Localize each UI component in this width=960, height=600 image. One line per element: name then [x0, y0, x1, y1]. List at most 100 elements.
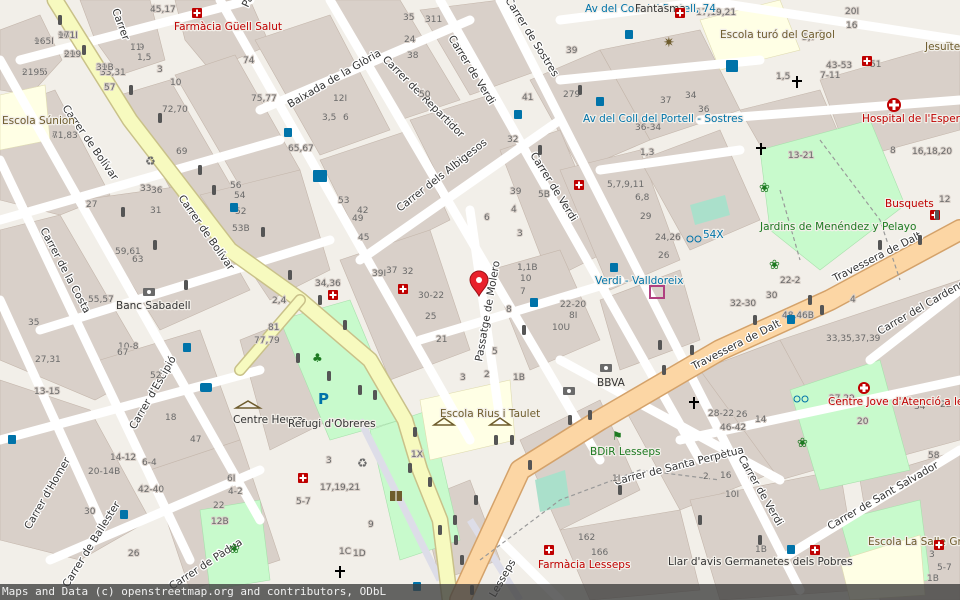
traffic-signal-icon [358, 385, 362, 395]
house-number: 4 [511, 205, 517, 215]
house-number: 1B [927, 574, 939, 584]
poi-label: Refugi d'Obreres [288, 418, 376, 430]
traffic-signal-icon [460, 555, 464, 565]
clinic-icon [858, 382, 870, 394]
house-number: 74 [243, 56, 255, 66]
traffic-signal-icon [690, 345, 694, 355]
pharmacy-icon [544, 545, 554, 555]
traffic-signal-icon [121, 207, 125, 217]
traffic-signal-icon [408, 463, 412, 473]
house-number: 5 [104, 83, 110, 93]
dog-park-icon: ❀ [797, 436, 808, 451]
house-number: 39I [372, 269, 386, 279]
traffic-signal-icon [808, 295, 812, 305]
house-number: 26 [128, 549, 140, 559]
house-number: 30-22 [418, 291, 444, 301]
house-number: 6-4 [142, 458, 157, 468]
dog-park-icon: ❀ [759, 181, 770, 196]
traffic-signal-icon [318, 295, 322, 305]
house-number: 58 [928, 451, 940, 461]
traffic-signal-icon [454, 535, 458, 545]
traffic-signal-icon [618, 485, 622, 495]
poi-label: Jardins de Menéndez y Pelayo [759, 221, 916, 233]
poi-label: BBVA [597, 377, 626, 389]
house-number: 35 [28, 318, 39, 328]
bus-stop-icon [530, 298, 538, 307]
traffic-signal-icon [538, 145, 542, 155]
house-number: 38 [407, 51, 419, 61]
bus-stop-icon [284, 128, 292, 137]
house-number: 30 [766, 291, 778, 301]
svg-text:P: P [318, 390, 329, 408]
house-number: 219 [64, 50, 81, 60]
house-number: 8 [890, 146, 896, 156]
house-number: 4 [850, 295, 856, 305]
traffic-signal-icon [935, 210, 939, 220]
traffic-signal-icon [343, 320, 347, 330]
fountain-icon: ✷ [663, 35, 675, 51]
traffic-signal-icon [878, 240, 882, 250]
house-number: 3 [929, 550, 935, 560]
house-number: 65,67 [288, 144, 314, 154]
house-number: 53 [338, 196, 349, 206]
traffic-signal-icon [474, 495, 478, 505]
house-number: 1,5 [137, 53, 151, 63]
house-number: 1I [612, 474, 620, 484]
house-number: 14 [755, 415, 767, 425]
poi-label: 54X [703, 229, 724, 241]
attribution-bar: Maps and Data (c) openstreetmap.org and … [0, 584, 960, 600]
house-number: 35 [403, 13, 414, 23]
house-number: 52 [150, 371, 161, 381]
traffic-signal-icon [288, 270, 292, 280]
house-number: 17,19,21 [320, 483, 360, 493]
svg-text:♻: ♻ [145, 154, 156, 168]
bus-stop-icon [514, 110, 522, 119]
svg-text:♻: ♻ [357, 456, 368, 470]
house-number: 47 [190, 435, 201, 445]
house-number: 6I [227, 474, 235, 484]
traffic-signal-icon [662, 365, 666, 375]
pharmacy-icon [328, 290, 338, 300]
house-number: 2 [703, 472, 709, 482]
house-number: 18 [165, 413, 177, 423]
map-canvas[interactable]: Carrer de Bolívar Carrer de Bolívar Carr… [0, 0, 960, 600]
bus-stop-icon [230, 203, 238, 212]
map-view[interactable]: Carrer de Bolívar Carrer de Bolívar Carr… [0, 0, 960, 600]
traffic-signal-icon [428, 477, 432, 487]
house-number: 20 [857, 417, 869, 427]
playground-icon: ♣ [312, 351, 323, 365]
house-number: 26 [736, 410, 748, 420]
house-number: 1B [755, 545, 767, 555]
house-number: 42-40 [138, 485, 164, 495]
traffic-signal-icon [158, 113, 162, 123]
poi-label: Escola turó del Cargol [720, 29, 835, 41]
house-number: 10 [170, 78, 182, 88]
library-icon [390, 491, 402, 501]
svg-text:♣: ♣ [312, 351, 323, 365]
house-number: 77,79 [254, 336, 280, 346]
house-number: 279 [563, 90, 580, 100]
poi-label: Av del Coll del Portell - Sostres [583, 113, 743, 125]
traffic-signal-icon [296, 353, 300, 363]
house-number: 37 [660, 96, 671, 106]
house-number: 2195 [22, 68, 45, 78]
bus-stop-icon [787, 545, 795, 554]
traffic-signal-icon [820, 305, 824, 315]
house-number: 33,35,37,39 [826, 334, 881, 344]
house-number: 10U [552, 323, 570, 333]
house-number: 22-20 [560, 300, 586, 310]
poi-label: Escola Rius i Taulet [440, 408, 540, 420]
house-number: 28-22 [708, 409, 734, 419]
house-number: 6,8 [635, 193, 650, 203]
house-number: 27,31 [35, 355, 61, 365]
traffic-signal-icon [588, 410, 592, 420]
house-number: 21 [436, 335, 447, 345]
house-number: 14-12 [110, 453, 136, 463]
house-number: 49 [352, 214, 364, 224]
bus-station-icon [726, 60, 738, 72]
house-number: 27 [86, 200, 97, 210]
svg-text:❀: ❀ [229, 542, 240, 557]
bus-stop-icon [610, 263, 618, 272]
house-number: 171I [58, 31, 78, 41]
house-number: 1B [513, 373, 525, 383]
